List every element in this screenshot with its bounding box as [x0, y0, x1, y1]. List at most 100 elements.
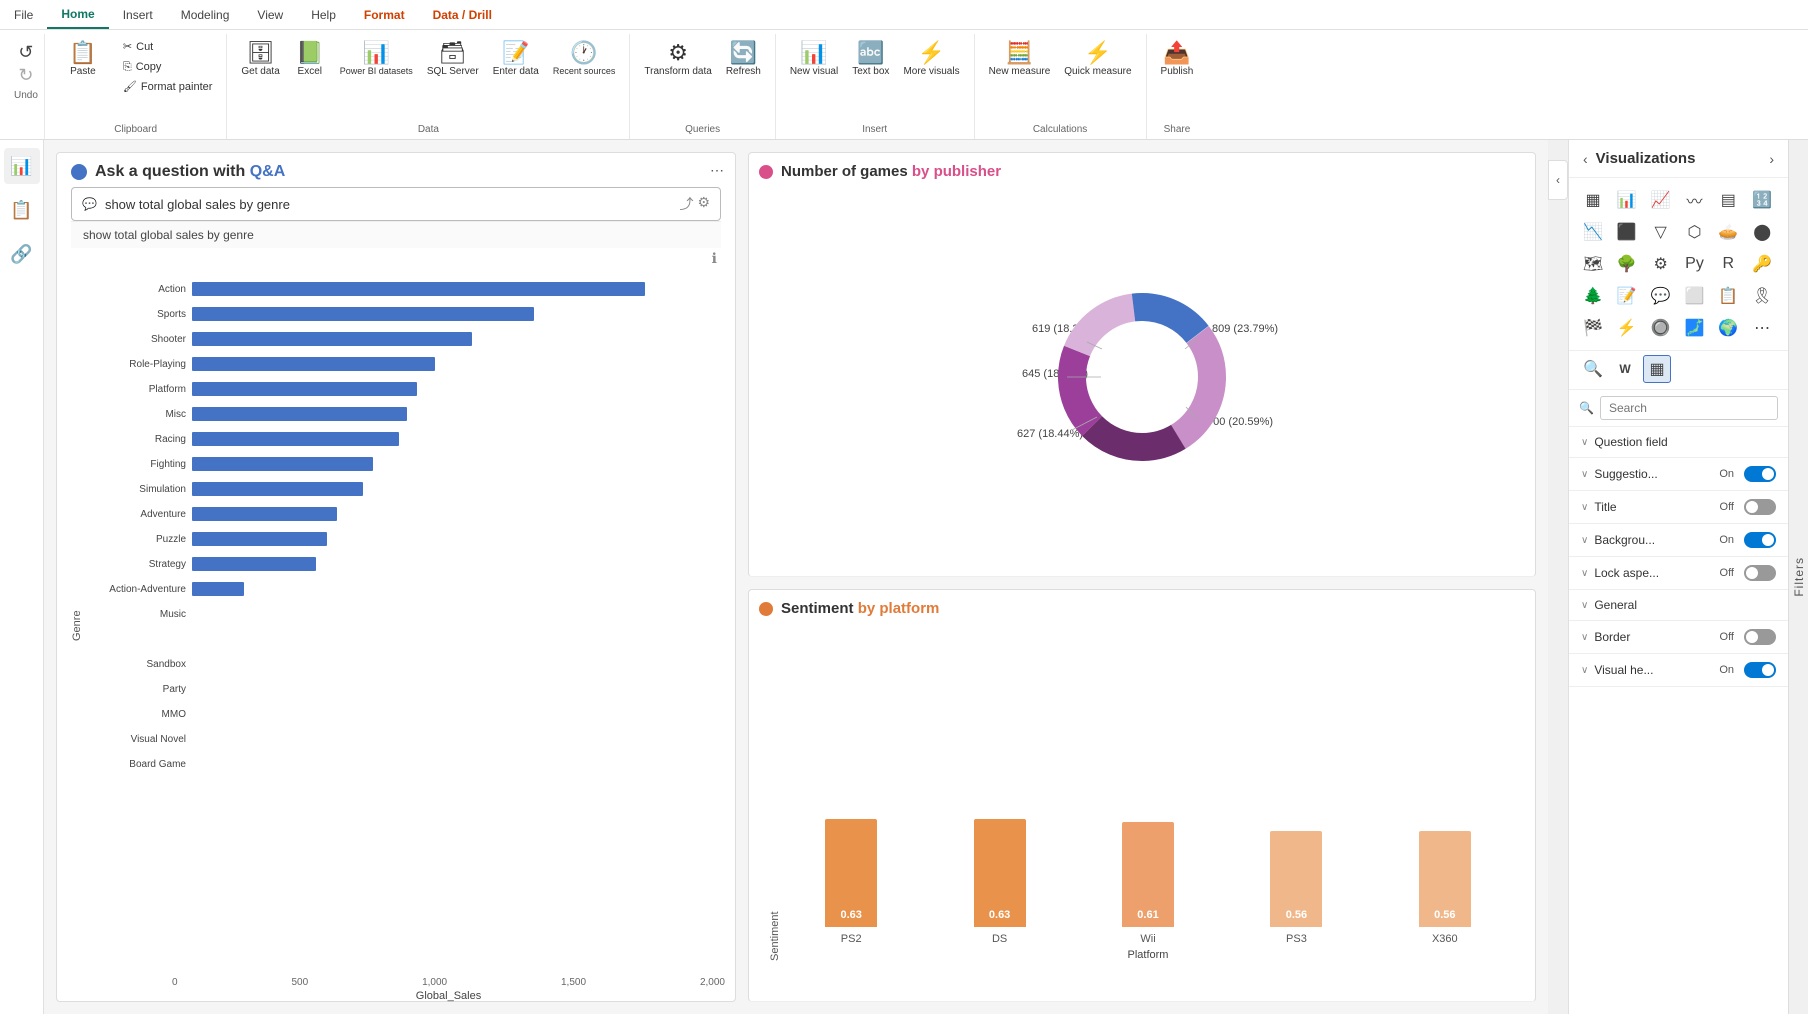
- bar-fill[interactable]: [192, 332, 472, 346]
- viz-icon-area-chart[interactable]: 〰: [1681, 186, 1709, 214]
- viz-icon-funnel[interactable]: ▽: [1647, 218, 1675, 246]
- viz-icon-matrix[interactable]: ⬜: [1681, 282, 1709, 310]
- viz-table-icon-btn[interactable]: ▦: [1643, 355, 1671, 383]
- sentiment-bar-fill[interactable]: 0.61: [1122, 822, 1174, 927]
- new-measure-button[interactable]: 🧮 New measure: [983, 38, 1057, 82]
- viz-icon-slicer[interactable]: 🔘: [1647, 314, 1675, 342]
- text-box-button[interactable]: 🔤 Text box: [846, 38, 895, 82]
- tab-view[interactable]: View: [243, 0, 297, 29]
- collapse-panel-button[interactable]: ‹: [1548, 160, 1568, 200]
- viz-icon-filled-map[interactable]: 🌍: [1714, 314, 1742, 342]
- enter-data-button[interactable]: 📝 Enter data: [487, 38, 545, 82]
- panel-expand-button[interactable]: ›: [1769, 151, 1774, 167]
- qa-input[interactable]: [105, 197, 679, 212]
- viz-icon-map[interactable]: 🗺: [1579, 250, 1607, 278]
- panel-section-border[interactable]: ∨BorderOff: [1569, 621, 1788, 654]
- viz-icon-line-area[interactable]: 📉: [1579, 218, 1607, 246]
- viz-icon-scatter[interactable]: ⬡: [1681, 218, 1709, 246]
- nav-data-icon[interactable]: 📋: [4, 192, 40, 228]
- viz-icon-table[interactable]: ▤: [1714, 186, 1742, 214]
- cut-button[interactable]: ✂ Cut: [117, 38, 219, 57]
- panel-section-visual-he---[interactable]: ∨Visual he...On: [1569, 654, 1788, 687]
- qa-settings-icon[interactable]: ⚙: [697, 194, 710, 214]
- refresh-button[interactable]: 🔄 Refresh: [720, 38, 767, 82]
- viz-icon-custom-visual[interactable]: ⚡: [1613, 314, 1641, 342]
- viz-icon-treemap[interactable]: 🌳: [1613, 250, 1641, 278]
- viz-icon-kpi[interactable]: 🏁: [1579, 314, 1607, 342]
- bar-fill[interactable]: [192, 407, 407, 421]
- bar-fill[interactable]: [192, 507, 337, 521]
- undo-button[interactable]: ↺: [18, 42, 33, 63]
- viz-icon-r-visual[interactable]: R: [1714, 250, 1742, 278]
- viz-icon-ellipsis[interactable]: ⋯: [1748, 314, 1776, 342]
- viz-icon-decomp-tree[interactable]: 🌲: [1579, 282, 1607, 310]
- qa-suggestion[interactable]: show total global sales by genre: [71, 221, 721, 248]
- viz-icon-smart-narrative[interactable]: 📝: [1613, 282, 1641, 310]
- quick-measure-button[interactable]: ⚡ Quick measure: [1058, 38, 1137, 82]
- format-painter-button[interactable]: 🖌 Format painter: [117, 78, 219, 97]
- new-visual-button[interactable]: 📊 New visual: [784, 38, 844, 82]
- more-options-button[interactable]: ⋯: [705, 159, 729, 182]
- section-toggle[interactable]: [1744, 662, 1776, 678]
- bar-fill[interactable]: [192, 357, 435, 371]
- copy-button[interactable]: ⎘ Copy: [117, 58, 219, 77]
- viz-icon-multi-row-card[interactable]: 📋: [1714, 282, 1742, 310]
- tab-format[interactable]: Format: [350, 0, 419, 29]
- viz-search-input[interactable]: [1600, 396, 1778, 420]
- viz-icon-qa-visual[interactable]: 💬: [1647, 282, 1675, 310]
- transform-data-button[interactable]: ⚙ Transform data: [638, 38, 717, 82]
- sentiment-bar-fill[interactable]: 0.63: [974, 819, 1026, 927]
- viz-icon-pie[interactable]: 🥧: [1714, 218, 1742, 246]
- viz-icon-card[interactable]: 🔢: [1748, 186, 1776, 214]
- tab-home[interactable]: Home: [47, 0, 108, 29]
- qa-share-icon[interactable]: ⤴: [679, 194, 693, 214]
- panel-section-suggestio---[interactable]: ∨Suggestio...On: [1569, 458, 1788, 491]
- section-toggle[interactable]: [1744, 499, 1776, 515]
- recent-sources-button[interactable]: 🕐 Recent sources: [547, 38, 622, 81]
- panel-chevron-left[interactable]: ‹: [1583, 151, 1588, 167]
- bar-fill[interactable]: [192, 582, 244, 596]
- section-toggle[interactable]: [1744, 629, 1776, 645]
- section-toggle[interactable]: [1744, 466, 1776, 482]
- sentiment-bar-fill[interactable]: 0.56: [1419, 831, 1471, 927]
- tab-modeling[interactable]: Modeling: [167, 0, 244, 29]
- viz-icon-waterfall[interactable]: ⬛: [1613, 218, 1641, 246]
- qa-info-icon[interactable]: ℹ: [712, 250, 717, 267]
- tab-file[interactable]: File: [0, 0, 47, 29]
- viz-icon-bar-chart[interactable]: ▦: [1579, 186, 1607, 214]
- bar-fill[interactable]: [192, 457, 373, 471]
- panel-section-lock-aspe---[interactable]: ∨Lock aspe...Off: [1569, 557, 1788, 590]
- redo-button[interactable]: ↻: [18, 65, 33, 86]
- bar-fill[interactable]: [192, 557, 316, 571]
- viz-icon-key-influencers[interactable]: 🔑: [1748, 250, 1776, 278]
- bar-fill[interactable]: [192, 432, 399, 446]
- viz-icon-python-visual[interactable]: Py: [1681, 250, 1709, 278]
- more-visuals-button[interactable]: ⚡ More visuals: [897, 38, 965, 82]
- viz-icon-gauge[interactable]: ⚙: [1647, 250, 1675, 278]
- viz-icon-donut[interactable]: ⬤: [1748, 218, 1776, 246]
- bar-fill[interactable]: [192, 382, 417, 396]
- viz-search-icon-btn[interactable]: 🔍: [1579, 355, 1607, 383]
- publish-button[interactable]: 📤 Publish: [1155, 38, 1200, 82]
- sql-server-button[interactable]: 🗃 SQL Server: [421, 38, 485, 82]
- get-data-button[interactable]: 🗄 Get data: [235, 38, 285, 82]
- tab-help[interactable]: Help: [297, 0, 350, 29]
- viz-icon-ribbon-chart[interactable]: 🎗: [1748, 282, 1776, 310]
- panel-section-backgrou---[interactable]: ∨Backgrou...On: [1569, 524, 1788, 557]
- tab-data-drill[interactable]: Data / Drill: [419, 0, 506, 29]
- viz-icon-shape-map[interactable]: 🗾: [1681, 314, 1709, 342]
- nav-report-icon[interactable]: 📊: [4, 148, 40, 184]
- section-toggle[interactable]: [1744, 565, 1776, 581]
- excel-button[interactable]: 📗 Excel: [288, 38, 332, 82]
- bar-fill[interactable]: [192, 532, 327, 546]
- panel-section-general[interactable]: ∨General: [1569, 590, 1788, 621]
- viz-icon-stacked-bar[interactable]: 📊: [1613, 186, 1641, 214]
- paste-button[interactable]: 📋 Paste: [53, 38, 113, 82]
- viz-icon-line-chart[interactable]: 📈: [1647, 186, 1675, 214]
- bar-fill[interactable]: [192, 482, 363, 496]
- nav-model-icon[interactable]: 🔗: [4, 236, 40, 272]
- power-bi-datasets-button[interactable]: 📊 Power BI datasets: [334, 38, 419, 81]
- sentiment-bar-fill[interactable]: 0.63: [825, 819, 877, 927]
- panel-section-question-field[interactable]: ∨Question field: [1569, 427, 1788, 458]
- viz-w-icon-btn[interactable]: W: [1611, 355, 1639, 383]
